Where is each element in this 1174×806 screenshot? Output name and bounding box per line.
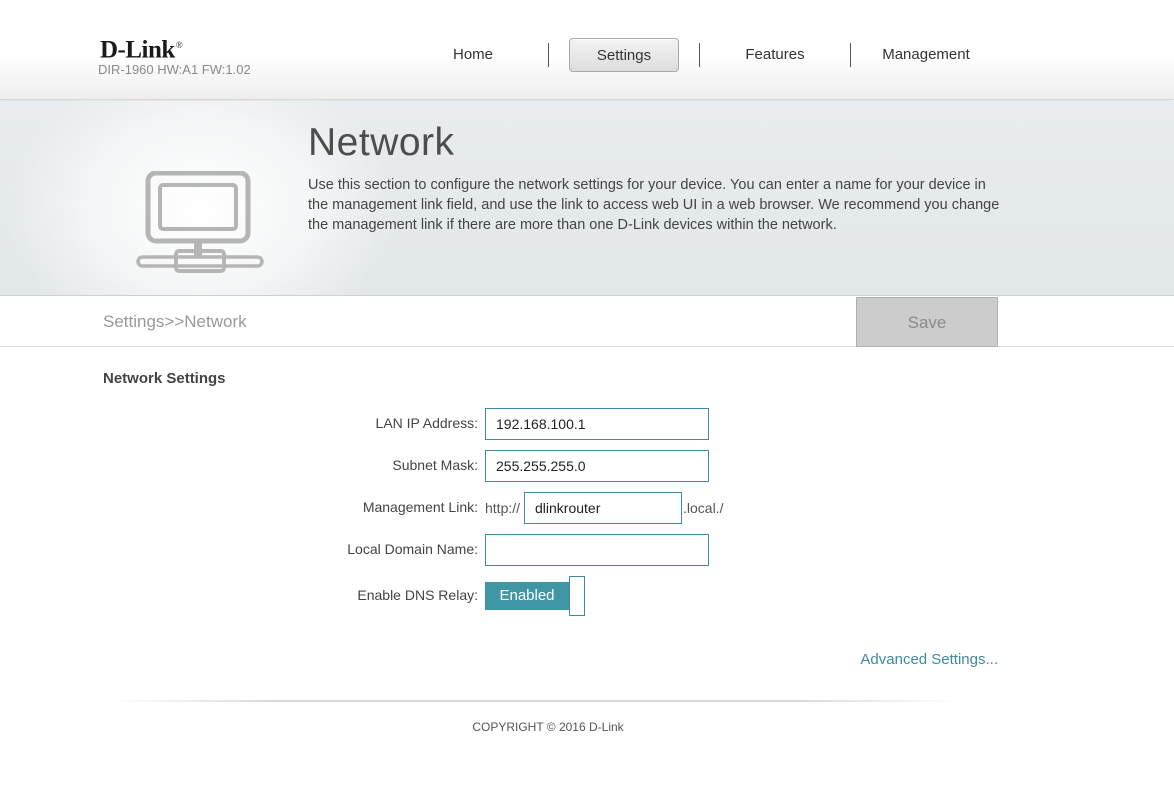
dns-relay-toggle[interactable]: Enabled <box>485 576 585 616</box>
local-domain-label: Local Domain Name: <box>347 541 478 557</box>
firmware-info: DIR-1960 HW:A1 FW:1.02 <box>98 62 251 77</box>
page-description: Use this section to configure the networ… <box>308 177 1000 233</box>
dlink-logo[interactable]: D-Link® <box>100 30 183 65</box>
copyright: COPYRIGHT © 2016 D-Link <box>472 720 624 734</box>
save-button[interactable]: Save <box>856 297 998 347</box>
management-link-suffix: .local./ <box>683 500 724 516</box>
advanced-settings-link[interactable]: Advanced Settings... <box>860 651 998 668</box>
section-title: Network Settings <box>103 370 226 387</box>
lan-ip-input[interactable] <box>485 408 709 440</box>
nav-home[interactable]: Home <box>418 38 528 72</box>
page-banner: Network Use this section to configure th… <box>0 101 1174 296</box>
nav-features[interactable]: Features <box>720 38 830 72</box>
toggle-knob[interactable] <box>569 576 585 616</box>
subnet-mask-input[interactable] <box>485 450 709 482</box>
breadcrumb: Settings>>Network <box>103 312 247 331</box>
main-nav: Home Settings Features Management <box>418 38 981 72</box>
breadcrumb-bar: Settings>>Network Save <box>0 297 1174 347</box>
nav-separator <box>548 43 549 67</box>
nav-settings[interactable]: Settings <box>569 38 679 72</box>
logo-text: D-Link <box>100 36 175 64</box>
header: D-Link® DIR-1960 HW:A1 FW:1.02 Home Sett… <box>0 0 1174 100</box>
page-title: Network <box>308 121 455 164</box>
registered-mark: ® <box>175 40 183 50</box>
nav-management[interactable]: Management <box>871 38 981 72</box>
network-computer-icon <box>136 171 264 273</box>
nav-separator <box>850 43 851 67</box>
nav-separator <box>699 43 700 67</box>
local-domain-input[interactable] <box>485 534 709 566</box>
dns-relay-label: Enable DNS Relay: <box>357 587 478 603</box>
management-link-input[interactable] <box>524 492 682 524</box>
management-link-label: Management Link: <box>362 499 478 515</box>
toggle-state-label: Enabled <box>485 582 569 610</box>
lan-ip-label: LAN IP Address: <box>375 415 478 431</box>
management-link-prefix: http:// <box>485 500 521 516</box>
footer-divider <box>110 700 960 702</box>
subnet-mask-label: Subnet Mask: <box>392 457 478 473</box>
